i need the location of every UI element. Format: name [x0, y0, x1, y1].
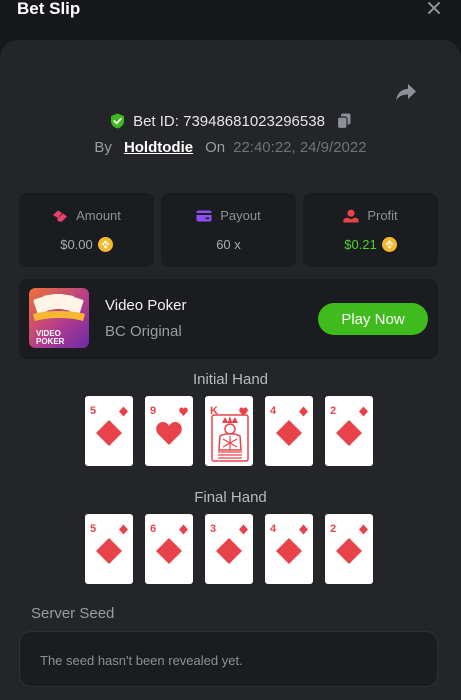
bet-author-row: By Holdtodie On 22:40:22, 24/9/2022: [0, 136, 461, 158]
initial-hand-title: Initial Hand: [192, 371, 269, 388]
on-label: On: [205, 138, 226, 156]
heart-suit-icon: [179, 407, 188, 416]
card-rank: 6: [150, 523, 157, 535]
share-icon[interactable]: [395, 82, 417, 102]
diamond-suit-icon: [239, 524, 248, 535]
card-rank: 5: [90, 523, 97, 535]
diamond-suit-icon: [179, 524, 188, 535]
playing-card: 4: [265, 396, 313, 466]
server-seed-text: The seed hasn't been revealed yet.: [40, 653, 243, 668]
verified-shield-icon: [111, 113, 125, 129]
diamond-suit-icon: [119, 406, 128, 417]
server-seed-box: The seed hasn't been revealed yet.: [19, 631, 438, 687]
diamond-suit-large-icon: [96, 538, 122, 564]
card-rank: 2: [330, 405, 337, 417]
playing-card: 5: [85, 396, 133, 466]
server-seed-label: Server Seed: [31, 605, 115, 622]
thumb-title-line2: POKER: [36, 337, 65, 346]
stat-label: Amount: [76, 208, 121, 223]
close-icon[interactable]: [427, 1, 441, 15]
copy-icon[interactable]: [336, 113, 351, 129]
bet-stats: Amount $0.00 Payout 60 x Profit $0.21: [19, 193, 438, 267]
bet-timestamp: 22:40:22, 24/9/2022: [233, 138, 367, 156]
bet-id: Bet ID: 73948681023296538: [133, 112, 325, 130]
playing-card: 9: [145, 396, 193, 466]
bet-id-row: Bet ID: 73948681023296538: [0, 110, 461, 132]
card-rank: 4: [270, 405, 277, 417]
initial-hand-cards: 5 9 K 4 2: [85, 396, 375, 466]
diamond-suit-icon: [119, 524, 128, 535]
play-now-button[interactable]: Play Now: [318, 303, 428, 335]
card-rank: 2: [330, 523, 337, 535]
stat-label: Profit: [367, 208, 398, 223]
username-link[interactable]: Holdtodie: [124, 139, 193, 156]
final-hand-title: Final Hand: [194, 489, 267, 506]
card-rank: 5: [90, 405, 97, 417]
diamond-suit-large-icon: [276, 420, 302, 446]
by-label: By: [94, 138, 112, 156]
page-title: Bet Slip: [17, 0, 81, 18]
payout-icon: [196, 210, 212, 221]
heart-suit-large-icon: [156, 422, 182, 445]
stat-value: $0.21: [344, 237, 377, 252]
diamond-suit-large-icon: [96, 420, 122, 446]
stat-amount: Amount $0.00: [19, 193, 154, 267]
king-face-icon: [211, 414, 249, 462]
video-poker-thumbnail: VIDEO POKER: [29, 288, 89, 348]
diamond-suit-icon: [299, 406, 308, 417]
title-bar: Bet Slip: [0, 0, 461, 28]
diamond-suit-icon: [299, 524, 308, 535]
profit-icon: [343, 209, 359, 222]
playing-card: K: [205, 396, 253, 466]
diamond-suit-icon: [359, 406, 368, 417]
playing-card: 4: [265, 514, 313, 584]
diamond-suit-large-icon: [336, 420, 362, 446]
playing-card: 5: [85, 514, 133, 584]
final-hand-cards: 5 6 3 4 2: [85, 514, 375, 584]
playing-card: 6: [145, 514, 193, 584]
diamond-suit-large-icon: [276, 538, 302, 564]
game-name[interactable]: Video Poker: [105, 297, 186, 314]
stat-payout: Payout 60 x: [161, 193, 296, 267]
diamond-suit-icon: [359, 524, 368, 535]
playing-card: 2: [325, 396, 373, 466]
stat-profit: Profit $0.21: [303, 193, 438, 267]
bnb-coin-icon: [97, 237, 113, 252]
stat-value: $0.00: [60, 237, 93, 252]
diamond-suit-large-icon: [156, 538, 182, 564]
amount-icon: [53, 210, 68, 221]
card-rank: 9: [150, 405, 157, 417]
bnb-coin-icon: [381, 237, 397, 252]
playing-card: 3: [205, 514, 253, 584]
card-rank: 3: [210, 523, 217, 535]
game-card: VIDEO POKER Video Poker BC Original Play…: [19, 279, 438, 359]
stat-value: 60 x: [216, 237, 241, 252]
game-provider: BC Original: [105, 323, 182, 340]
card-rank: 4: [270, 523, 277, 535]
stat-label: Payout: [220, 208, 261, 223]
diamond-suit-large-icon: [216, 538, 242, 564]
playing-card: 2: [325, 514, 373, 584]
diamond-suit-large-icon: [336, 538, 362, 564]
